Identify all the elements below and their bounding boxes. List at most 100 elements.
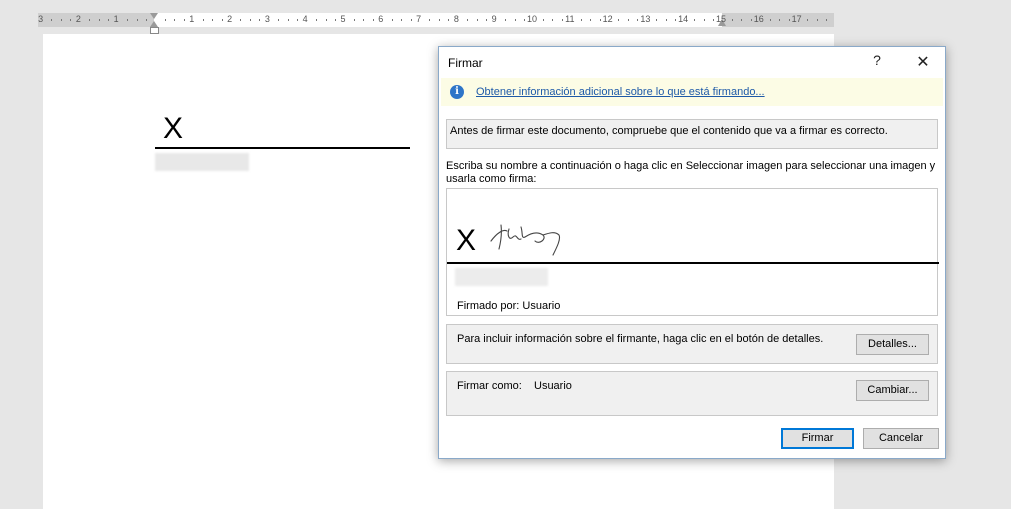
ruler-tick-label: 11 bbox=[565, 14, 575, 24]
ruler-minor-tick bbox=[98, 19, 100, 21]
ruler-tick-label: 4 bbox=[302, 14, 308, 24]
ruler-tick-label: 16 bbox=[753, 14, 764, 24]
ruler-minor-tick bbox=[788, 19, 790, 21]
ruler-minor-tick bbox=[51, 19, 53, 21]
left-indent-marker[interactable] bbox=[150, 27, 159, 34]
signature-line[interactable] bbox=[155, 147, 410, 149]
ruler-tick-label: 10 bbox=[526, 14, 538, 24]
ruler-tick-label: 9 bbox=[491, 14, 497, 24]
ruler-minor-tick bbox=[448, 19, 450, 21]
dialog-title: Firmar bbox=[448, 56, 483, 70]
close-icon[interactable]: ✕ bbox=[914, 52, 932, 72]
warning-box: Antes de firmar este documento, comprueb… bbox=[446, 119, 938, 149]
signature-input-line bbox=[447, 262, 939, 264]
ruler-minor-tick bbox=[712, 19, 714, 21]
ruler-minor-tick bbox=[136, 19, 138, 21]
ruler-minor-tick bbox=[769, 19, 771, 21]
ruler-minor-tick bbox=[637, 19, 639, 21]
ruler-minor-tick bbox=[750, 19, 752, 21]
ruler-tick-label: 8 bbox=[453, 14, 459, 24]
ruler-minor-tick bbox=[240, 19, 242, 21]
ruler-minor-tick bbox=[627, 19, 629, 21]
ruler-tick-label: 2 bbox=[227, 14, 233, 24]
signed-by-label: Firmado por: Usuario bbox=[457, 300, 561, 312]
horizontal-ruler[interactable]: 3 2 1 1 2 3 4 5 6 7 8 9 10 11 12 13 14 15 16 17 bbox=[38, 13, 834, 34]
ruler-minor-tick bbox=[703, 19, 705, 21]
more-info-link[interactable]: Obtener información adicional sobre lo q… bbox=[476, 86, 765, 98]
ruler-minor-tick bbox=[316, 19, 318, 21]
instruction-text: Escriba su nombre a continuación o haga … bbox=[446, 160, 936, 185]
ruler-minor-tick bbox=[523, 19, 525, 21]
ruler-minor-tick bbox=[514, 19, 516, 21]
ruler-tick-label: 1 bbox=[189, 14, 195, 24]
ruler-minor-tick bbox=[334, 19, 336, 21]
info-bar: i Obtener información adicional sobre lo… bbox=[441, 78, 943, 106]
details-text: Para incluir información sobre el firman… bbox=[457, 333, 824, 345]
ruler-tick-label: 15 bbox=[715, 14, 727, 24]
info-icon: i bbox=[450, 85, 464, 99]
ruler-minor-tick bbox=[675, 19, 677, 21]
sign-dialog: Firmar ? ✕ i Obtener información adicion… bbox=[438, 46, 946, 459]
first-line-indent-marker[interactable] bbox=[150, 13, 158, 19]
ruler-minor-tick bbox=[89, 19, 91, 21]
change-button[interactable]: Cambiar... bbox=[856, 380, 929, 401]
ruler-minor-tick bbox=[391, 19, 393, 21]
ruler-minor-tick bbox=[599, 19, 601, 21]
ruler-minor-tick bbox=[476, 19, 478, 21]
ruler-minor-tick bbox=[618, 19, 620, 21]
ruler-minor-tick bbox=[429, 19, 431, 21]
ruler-minor-tick bbox=[297, 19, 299, 21]
handwritten-signature-image bbox=[490, 224, 561, 256]
ruler-minor-tick bbox=[363, 19, 365, 21]
ruler-minor-tick bbox=[70, 19, 72, 21]
ruler-tick-label: 13 bbox=[640, 14, 651, 24]
ruler-minor-tick bbox=[145, 19, 147, 21]
ruler-minor-tick bbox=[731, 19, 733, 21]
ruler-minor-tick bbox=[665, 19, 667, 21]
ruler-minor-tick bbox=[779, 19, 781, 21]
ruler-minor-tick bbox=[561, 19, 563, 21]
ruler-minor-tick bbox=[486, 19, 488, 21]
ruler-minor-tick bbox=[467, 19, 469, 21]
ruler-tick-label: 5 bbox=[340, 14, 346, 24]
ruler-minor-tick bbox=[278, 19, 280, 21]
ruler-minor-tick bbox=[183, 19, 185, 21]
ruler-minor-tick bbox=[212, 19, 214, 21]
ruler-tick-label: 1 bbox=[113, 14, 119, 24]
ruler-minor-tick bbox=[164, 19, 166, 21]
ruler-minor-tick bbox=[410, 19, 412, 21]
ruler-tick-label: 3 bbox=[264, 14, 270, 24]
ruler-minor-tick bbox=[174, 19, 176, 21]
sign-button[interactable]: Firmar bbox=[781, 428, 854, 449]
ruler-tick-label: 12 bbox=[602, 14, 613, 24]
sign-as-label: Firmar como: bbox=[457, 380, 522, 392]
blurred-signer-name bbox=[455, 268, 548, 286]
warning-text: Antes de firmar este documento, comprueb… bbox=[450, 125, 888, 137]
ruler-minor-tick bbox=[807, 19, 809, 21]
ruler-minor-tick bbox=[590, 19, 592, 21]
ruler-tick-label: 6 bbox=[378, 14, 384, 24]
ruler-minor-tick bbox=[249, 19, 251, 21]
signature-input-area[interactable]: X Firmado por: Usuario bbox=[446, 188, 939, 316]
help-icon[interactable]: ? bbox=[870, 52, 884, 72]
ruler-tick-label: 2 bbox=[75, 14, 81, 24]
ruler-minor-tick bbox=[816, 19, 818, 21]
details-button[interactable]: Detalles... bbox=[856, 334, 929, 355]
ruler-minor-tick bbox=[259, 19, 261, 21]
ruler-minor-tick bbox=[60, 19, 62, 21]
signature-x: X bbox=[456, 224, 477, 257]
ruler-minor-tick bbox=[580, 19, 582, 21]
ruler-minor-tick bbox=[505, 19, 507, 21]
cancel-button[interactable]: Cancelar bbox=[863, 428, 939, 449]
ruler-minor-tick bbox=[694, 19, 696, 21]
signature-line-x: X bbox=[163, 112, 184, 145]
blurred-signer-name bbox=[155, 153, 249, 171]
ruler-minor-tick bbox=[372, 19, 374, 21]
ruler-minor-tick bbox=[741, 19, 743, 21]
ruler-minor-tick bbox=[127, 19, 129, 21]
sign-as-box: Firmar como: Usuario Cambiar... bbox=[446, 371, 938, 416]
ruler-minor-tick bbox=[542, 19, 544, 21]
details-box: Para incluir información sobre el firman… bbox=[446, 324, 938, 364]
ruler-minor-tick bbox=[656, 19, 658, 21]
ruler-minor-tick bbox=[202, 19, 204, 21]
